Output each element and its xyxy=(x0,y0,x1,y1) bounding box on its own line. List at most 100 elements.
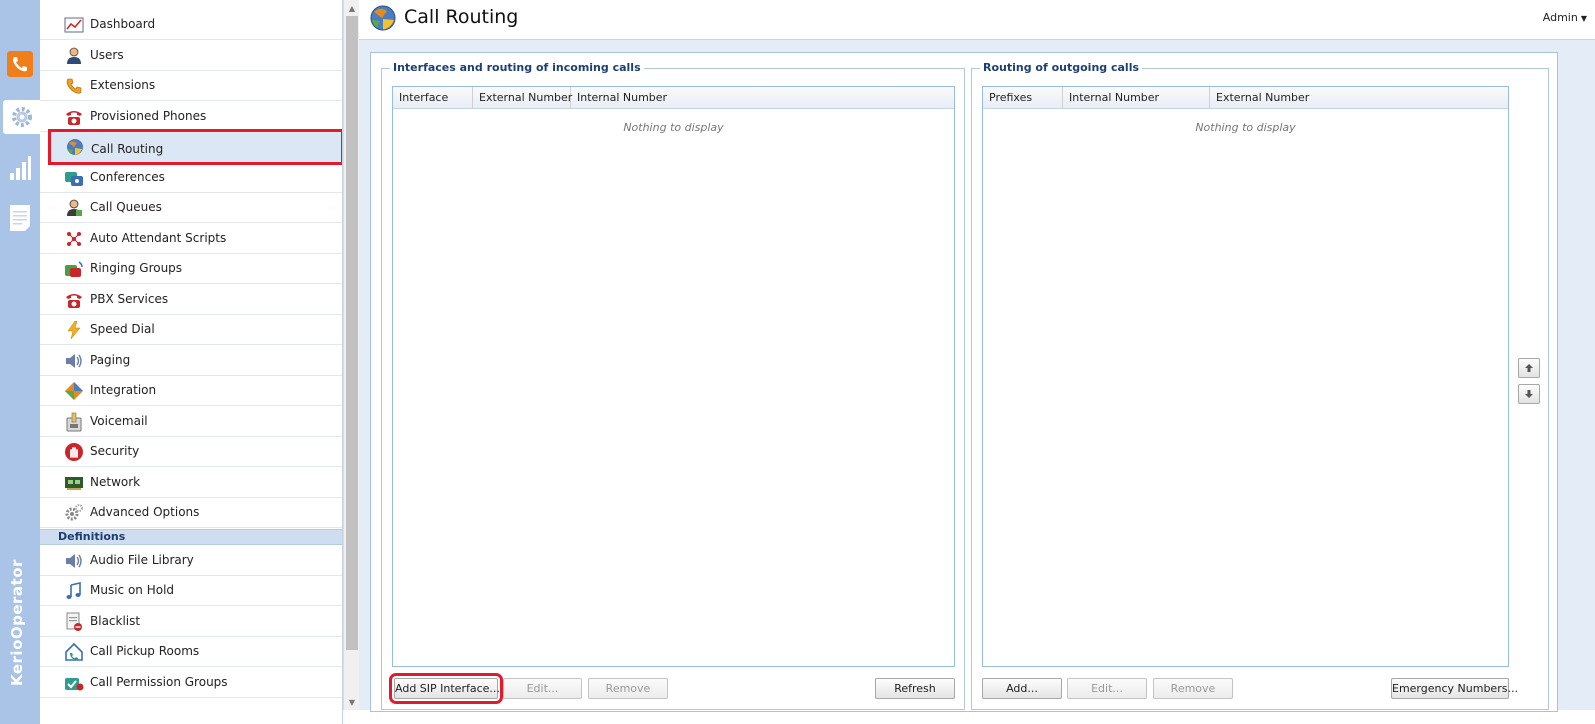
sidebar-item-label: Music on Hold xyxy=(90,583,175,597)
network-card-icon xyxy=(64,474,84,492)
sidebar-item-call-routing[interactable]: Call Routing xyxy=(48,129,342,165)
sidebar-item-label: Security xyxy=(90,444,140,458)
sidebar-item-advanced-options[interactable]: Advanced Options xyxy=(40,498,342,528)
sidebar-item-call-permission-groups[interactable]: Call Permission Groups xyxy=(40,668,342,698)
phone-icon xyxy=(7,51,33,77)
content-panel: Interfaces and routing of incoming calls… xyxy=(370,52,1558,712)
user-name: Admin xyxy=(1542,11,1578,24)
ringing-group-icon xyxy=(64,260,84,278)
incoming-calls-legend: Interfaces and routing of incoming calls xyxy=(390,61,644,74)
logs-module-button[interactable] xyxy=(4,202,36,234)
add-rule-button[interactable]: Add... xyxy=(982,678,1062,699)
statistics-module-button[interactable] xyxy=(4,152,36,184)
arrow-up-icon xyxy=(1525,364,1533,372)
edit-rule-button[interactable]: Edit... xyxy=(1067,678,1147,699)
edit-interface-button[interactable]: Edit... xyxy=(503,678,582,699)
sidebar-item-label: Blacklist xyxy=(90,614,141,628)
stop-hand-icon xyxy=(64,443,84,461)
conference-icon xyxy=(64,169,84,187)
scroll-up-arrow-icon[interactable]: ▲ xyxy=(344,0,360,16)
sidebar-item-call-pickup-rooms[interactable]: Call Pickup Rooms xyxy=(40,637,342,667)
user-icon xyxy=(64,47,84,65)
move-up-button[interactable] xyxy=(1518,358,1540,378)
permission-group-icon xyxy=(64,674,84,692)
phone-module-button[interactable] xyxy=(4,48,36,80)
sidebar-item-audio-file-library[interactable]: Audio File Library xyxy=(40,546,342,576)
page-header: Call Routing Admin ▼ xyxy=(359,0,1595,40)
sidebar-item-extensions[interactable]: Extensions xyxy=(40,71,342,101)
outgoing-calls-grid[interactable]: Prefixes Internal Number External Number… xyxy=(982,86,1509,667)
sidebar-item-label: Paging xyxy=(90,353,131,367)
column-header-external-number[interactable]: External Number xyxy=(473,87,572,109)
scroll-down-arrow-icon[interactable]: ▼ xyxy=(344,694,360,710)
section-header-definitions: Definitions xyxy=(40,529,342,545)
sidebar-scrollbar[interactable]: ▲ ▼ xyxy=(343,0,359,710)
sidebar-item-speed-dial[interactable]: Speed Dial xyxy=(40,315,342,345)
chevron-down-icon: ▼ xyxy=(1580,14,1587,23)
outgoing-calls-fieldset: Routing of outgoing calls Prefixes Inter… xyxy=(971,61,1549,710)
gear-icon xyxy=(11,107,32,127)
add-sip-interface-button[interactable]: Add SIP Interface... xyxy=(389,673,503,704)
lightning-icon xyxy=(64,321,84,339)
sidebar-item-label: Call Permission Groups xyxy=(90,675,228,689)
sidebar-item-pbx-services[interactable]: PBX Services xyxy=(40,285,342,315)
sidebar-item-voicemail[interactable]: Voicemail xyxy=(40,407,342,437)
brand-logo: KerioOperator xyxy=(8,559,26,686)
remove-rule-button[interactable]: Remove xyxy=(1153,678,1233,699)
grid-header: Prefixes Internal Number External Number xyxy=(983,87,1508,109)
sidebar-item-dashboard[interactable]: Dashboard xyxy=(40,10,342,40)
pickup-room-icon xyxy=(64,642,84,661)
sidebar-item-label: Auto Attendant Scripts xyxy=(90,231,227,245)
horizontal-scroll-area xyxy=(343,710,1595,724)
sidebar-item-auto-attendant-scripts[interactable]: Auto Attendant Scripts xyxy=(40,224,342,254)
handset-icon xyxy=(64,77,84,95)
scroll-thumb[interactable] xyxy=(346,16,358,650)
sidebar-item-integration[interactable]: Integration xyxy=(40,376,342,406)
arrow-down-icon xyxy=(1525,390,1533,398)
sidebar-item-music-on-hold[interactable]: Music on Hold xyxy=(40,576,342,606)
integration-icon xyxy=(64,382,84,400)
incoming-calls-grid[interactable]: Interface External Number Internal Numbe… xyxy=(392,86,955,667)
sidebar-item-conferences[interactable]: Conferences xyxy=(40,163,342,193)
pbx-services-icon xyxy=(64,291,84,309)
user-menu[interactable]: Admin ▼ xyxy=(1543,11,1587,24)
queue-agent-icon xyxy=(64,199,84,217)
routing-globe-icon xyxy=(65,138,85,156)
sidebar-item-network[interactable]: Network xyxy=(40,468,342,498)
sidebar-item-users[interactable]: Users xyxy=(40,41,342,71)
column-header-interface[interactable]: Interface xyxy=(393,87,473,109)
column-header-prefixes[interactable]: Prefixes xyxy=(983,87,1063,109)
sidebar-item-provisioned-phones[interactable]: Provisioned Phones xyxy=(40,102,342,132)
remove-interface-button[interactable]: Remove xyxy=(588,678,668,699)
outgoing-calls-legend: Routing of outgoing calls xyxy=(980,61,1143,74)
grid-header: Interface External Number Internal Numbe… xyxy=(393,87,954,109)
sidebar-item-label: PBX Services xyxy=(90,292,169,306)
sidebar-item-call-queues[interactable]: Call Queues xyxy=(40,193,342,223)
refresh-button[interactable]: Refresh xyxy=(875,678,955,699)
sidebar-item-label: Network xyxy=(90,475,141,489)
script-tree-icon xyxy=(64,230,84,248)
sidebar-item-label: Extensions xyxy=(90,78,156,92)
sidebar-item-label: Speed Dial xyxy=(90,322,155,336)
move-down-button[interactable] xyxy=(1518,384,1540,404)
music-note-icon xyxy=(64,582,84,600)
sidebar-item-label: Advanced Options xyxy=(90,505,200,519)
bar-chart-icon xyxy=(10,156,31,180)
sidebar-item-ringing-groups[interactable]: Ringing Groups xyxy=(40,254,342,284)
blacklist-icon xyxy=(64,612,84,631)
column-header-internal-number[interactable]: Internal Number xyxy=(571,87,956,109)
call-routing-icon xyxy=(370,5,396,31)
column-header-internal-number[interactable]: Internal Number xyxy=(1063,87,1210,109)
settings-module-button[interactable] xyxy=(3,100,40,134)
gears-icon xyxy=(64,504,84,522)
page-title: Call Routing xyxy=(404,6,519,28)
column-header-external-number[interactable]: External Number xyxy=(1210,87,1510,109)
voicemail-icon xyxy=(64,412,84,432)
sidebar-item-blacklist[interactable]: Blacklist xyxy=(40,607,342,637)
speaker-icon xyxy=(64,552,84,570)
sidebar-item-security[interactable]: Security xyxy=(40,437,342,467)
empty-grid-message: Nothing to display xyxy=(1195,121,1296,134)
sidebar-item-paging[interactable]: Paging xyxy=(40,346,342,376)
sidebar-item-label: Audio File Library xyxy=(90,553,194,567)
emergency-numbers-button[interactable]: Emergency Numbers... xyxy=(1391,678,1518,699)
